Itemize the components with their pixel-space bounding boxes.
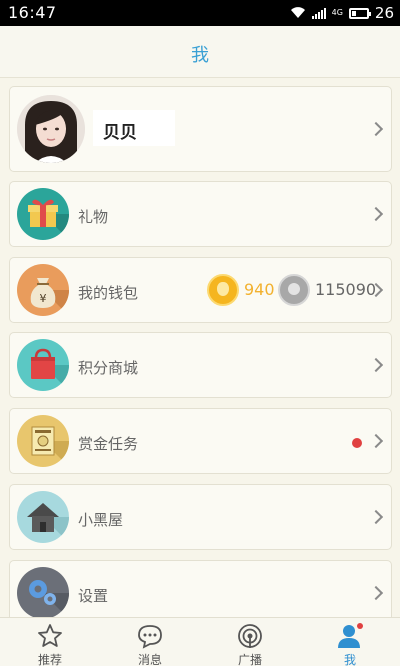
broadcast-icon <box>238 624 262 648</box>
avatar[interactable] <box>17 95 85 163</box>
chevron-right-icon <box>368 206 384 222</box>
silver-coin-count: 115090 <box>315 280 377 299</box>
network-label: 4G <box>331 8 343 17</box>
tab-me[interactable]: 我 <box>320 618 380 666</box>
tab-label: 消息 <box>137 653 162 666</box>
money-bag-icon: ¥ <box>17 264 69 316</box>
tab-label: 我 <box>343 653 356 666</box>
house-icon <box>17 491 69 543</box>
gift-icon <box>17 188 69 240</box>
chevron-right-icon <box>368 121 384 137</box>
chevron-right-icon <box>368 357 384 373</box>
signal-icon <box>311 7 326 19</box>
nav-header: 我 <box>0 26 400 78</box>
chevron-right-icon <box>368 509 384 525</box>
star-icon <box>38 624 62 647</box>
silver-coin-icon <box>278 274 310 306</box>
profile-name: 贝贝 <box>103 123 137 143</box>
gear-icon <box>17 567 69 619</box>
chevron-right-icon <box>368 585 384 601</box>
gift-label: 礼物 <box>78 208 109 226</box>
chat-icon <box>138 625 162 649</box>
tab-recommend[interactable]: 推荐 <box>20 618 80 666</box>
status-indicators: 4G 26 <box>290 4 394 22</box>
tab-messages[interactable]: 消息 <box>120 618 180 666</box>
shopping-bag-icon <box>17 339 69 391</box>
tab-label: 广播 <box>237 653 262 666</box>
menu-item-bounty-tasks[interactable]: 赏金任务 <box>9 408 392 474</box>
wanted-poster-icon <box>17 415 69 467</box>
bounty-tasks-label: 赏金任务 <box>78 435 139 453</box>
svg-text:¥: ¥ <box>40 292 47 305</box>
bottom-tab-bar: 推荐 消息 广播 我 <box>0 617 400 666</box>
menu-item-wallet[interactable]: ¥ 我的钱包 940 115090 <box>9 257 392 323</box>
wifi-icon <box>290 7 305 19</box>
chevron-right-icon <box>368 433 384 449</box>
menu-item-dark-room[interactable]: 小黑屋 <box>9 484 392 550</box>
person-icon <box>338 623 363 648</box>
notification-dot <box>357 623 363 629</box>
tab-broadcast[interactable]: 广播 <box>220 618 280 666</box>
notification-dot <box>352 438 362 448</box>
status-time: 16:47 <box>8 3 57 22</box>
battery-icon <box>348 7 371 19</box>
profile-name-box: 贝贝 <box>93 110 175 146</box>
menu-item-gift[interactable]: 礼物 <box>9 181 392 247</box>
gold-coin-icon <box>207 274 239 306</box>
menu-item-points-mall[interactable]: 积分商城 <box>9 332 392 398</box>
profile-card[interactable]: 贝贝 <box>9 86 392 172</box>
wallet-label: 我的钱包 <box>78 284 139 302</box>
battery-level: 26 <box>374 4 394 22</box>
page-title: 我 <box>191 45 209 66</box>
gold-coin-count: 940 <box>244 280 275 299</box>
settings-label: 设置 <box>78 587 109 605</box>
status-bar: 16:47 4G 26 <box>0 0 400 26</box>
tab-label: 推荐 <box>37 653 62 666</box>
dark-room-label: 小黑屋 <box>78 511 124 529</box>
points-mall-label: 积分商城 <box>78 359 139 377</box>
